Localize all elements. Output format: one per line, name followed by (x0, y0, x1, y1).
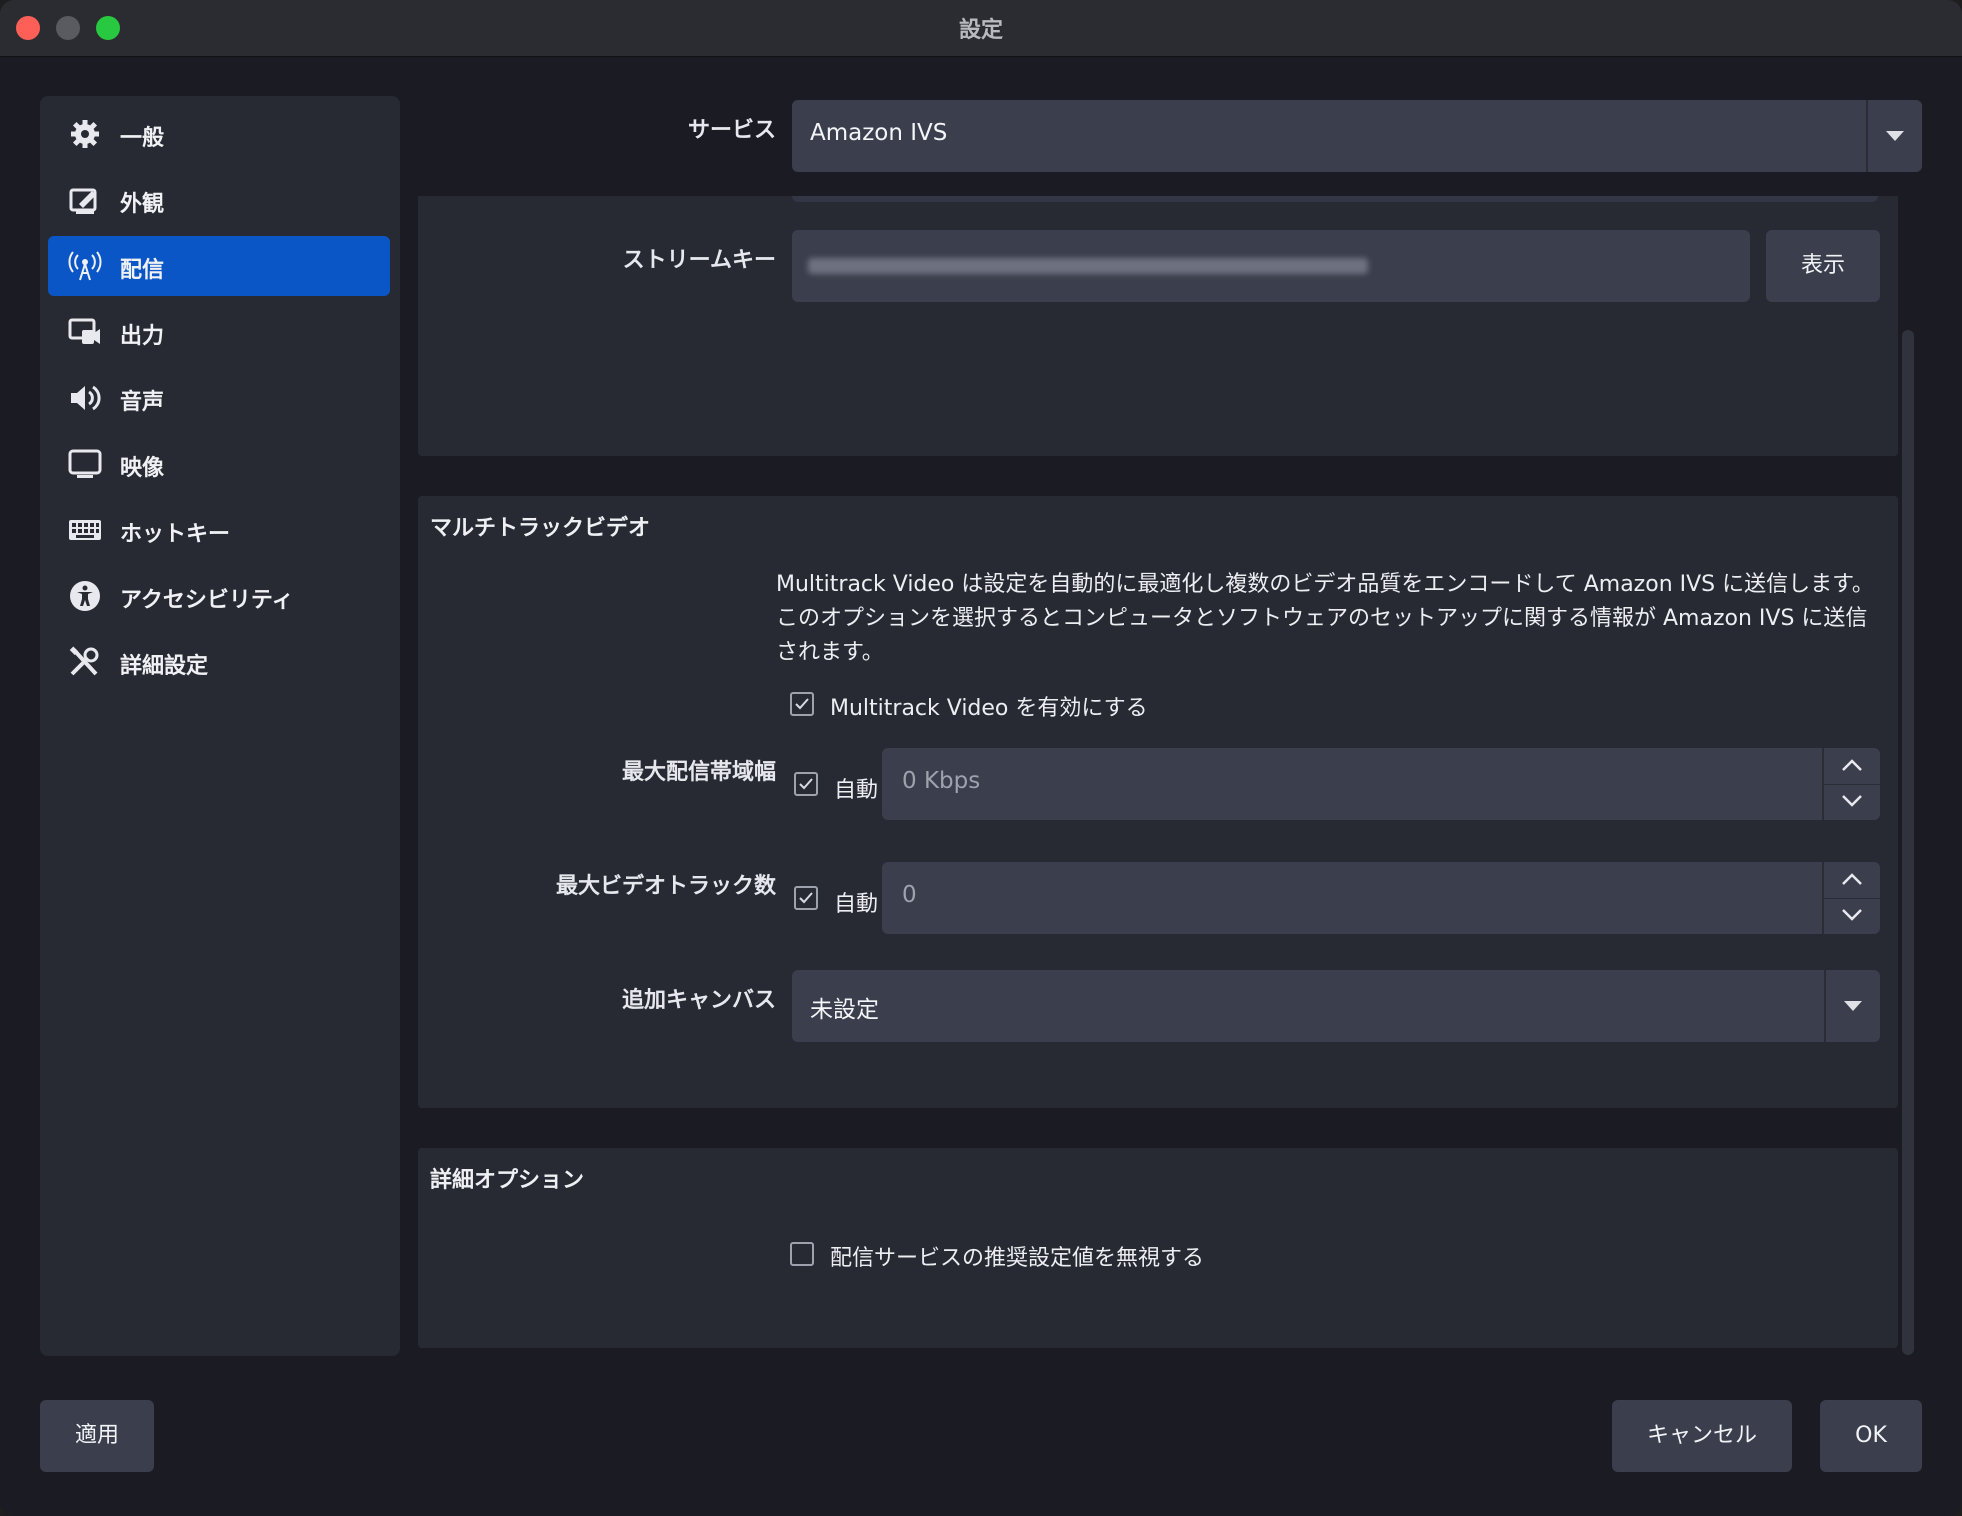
checkmark-icon (795, 698, 809, 710)
gear-icon (71, 120, 99, 148)
sidebar-item-label: 一般 (120, 126, 165, 151)
chevron-up-icon[interactable] (1840, 758, 1864, 772)
ok-button[interactable]: OK (1820, 1400, 1922, 1472)
window-title: 設定 (958, 18, 1003, 43)
extra-canvas-label: 追加キャンバス (621, 988, 776, 1013)
chevron-down-icon (1886, 131, 1904, 141)
service-value: Amazon IVS (810, 120, 948, 146)
max-bitrate-auto-label: 自動 (834, 778, 879, 803)
sidebar-item-label: 映像 (120, 456, 165, 481)
chevron-up-icon[interactable] (1840, 872, 1864, 886)
multitrack-title: マルチトラックビデオ (430, 516, 651, 541)
checkmark-icon (799, 892, 813, 904)
max-tracks-auto-label: 自動 (834, 892, 879, 917)
advanced-options-title: 詳細オプション (430, 1168, 585, 1193)
appearance-icon (69, 188, 97, 214)
sidebar-item-appearance[interactable]: 外観 (48, 170, 390, 230)
apply-button[interactable]: 適用 (40, 1400, 154, 1472)
antenna-icon (68, 251, 102, 281)
service-select[interactable]: Amazon IVS (792, 100, 1922, 172)
speaker-icon (71, 385, 101, 411)
sidebar-item-label: 配信 (120, 258, 165, 283)
content-scrollbar[interactable] (1902, 330, 1914, 1355)
settings-sidebar: 一般 外観 配信 出力 音声 映像 ホットキー アクセシビリティ 詳細設定 (40, 96, 400, 1356)
sidebar-item-output[interactable]: 出力 (48, 302, 390, 362)
max-bitrate-spinbox[interactable]: 0 Kbps (882, 748, 1880, 820)
masked-stream-key (808, 258, 1368, 274)
sidebar-item-label: アクセシビリティ (120, 588, 294, 613)
accessibility-icon (70, 581, 100, 611)
cancel-button[interactable]: キャンセル (1612, 1400, 1792, 1472)
sidebar-item-general[interactable]: 一般 (48, 104, 390, 164)
extra-canvas-value: 未設定 (810, 997, 879, 1023)
titlebar: 設定 (0, 0, 1962, 57)
service-label: サービス (687, 118, 776, 143)
chevron-down-icon (1844, 1001, 1862, 1011)
max-bitrate-auto-checkbox[interactable] (794, 772, 818, 796)
checkmark-icon (799, 778, 813, 790)
multitrack-description: Multitrack Video は設定を自動的に最適化し複数のビデオ品質をエン… (776, 572, 1874, 665)
extra-canvas-select[interactable]: 未設定 (792, 970, 1880, 1042)
sidebar-item-label: 音声 (120, 390, 165, 415)
max-bitrate-value: 0 Kbps (902, 768, 981, 794)
sidebar-item-audio[interactable]: 音声 (48, 368, 390, 428)
stream-key-input[interactable] (792, 230, 1750, 302)
settings-window: 設定 一般 外観 配信 出力 音声 映像 ホットキー アクセシビリティ 詳細設定… (0, 0, 1962, 1516)
ignore-recommended-label: 配信サービスの推奨設定値を無視する (830, 1246, 1205, 1271)
chevron-down-icon[interactable] (1840, 908, 1864, 922)
sidebar-item-advanced[interactable]: 詳細設定 (48, 632, 390, 692)
output-icon (68, 318, 100, 344)
sidebar-item-label: 出力 (120, 324, 165, 349)
sidebar-item-hotkeys[interactable]: ホットキー (48, 500, 390, 560)
ignore-recommended-checkbox[interactable] (790, 1242, 814, 1266)
monitor-icon (68, 449, 102, 478)
stream-key-label: ストリームキー (622, 248, 776, 273)
max-tracks-auto-checkbox[interactable] (794, 886, 818, 910)
sidebar-item-video[interactable]: 映像 (48, 434, 390, 494)
keyboard-icon (69, 520, 101, 540)
max-tracks-label: 最大ビデオトラック数 (555, 874, 776, 899)
sidebar-item-label: 外観 (120, 192, 165, 217)
hidden-field-edge (792, 196, 1878, 202)
sidebar-item-stream[interactable]: 配信 (48, 236, 390, 296)
chevron-down-icon[interactable] (1840, 794, 1864, 808)
sidebar-item-label: ホットキー (120, 522, 231, 547)
enable-multitrack-checkbox[interactable] (790, 692, 814, 716)
enable-multitrack-label: Multitrack Video を有効にする (830, 696, 1148, 721)
max-bitrate-label: 最大配信帯域幅 (621, 760, 776, 785)
sidebar-item-accessibility[interactable]: アクセシビリティ (48, 566, 390, 626)
tools-icon (69, 646, 99, 676)
max-tracks-value: 0 (902, 882, 917, 908)
sidebar-item-label: 詳細設定 (120, 654, 209, 679)
max-tracks-spinbox[interactable]: 0 (882, 862, 1880, 934)
show-stream-key-button[interactable]: 表示 (1766, 230, 1880, 302)
